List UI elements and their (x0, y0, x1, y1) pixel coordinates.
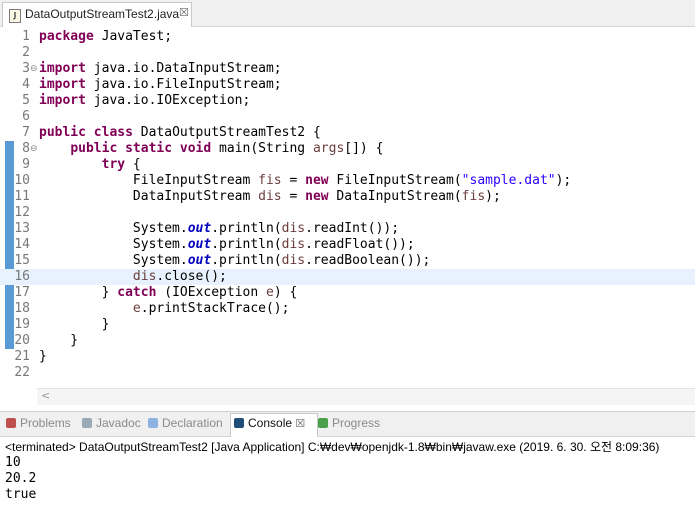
line-number: 11 (14, 189, 30, 204)
code-text: } (39, 349, 47, 364)
code-line[interactable]: 17 } catch (IOException e) { (0, 285, 695, 301)
code-text: public class DataOutputStreamTest2 { (39, 125, 321, 140)
console-output-line: 20.2 (5, 471, 37, 486)
line-number: 22 (14, 365, 30, 380)
line-number: 9 (22, 157, 30, 172)
line-number: 3 (22, 61, 30, 76)
code-line[interactable]: 20 } (0, 333, 695, 349)
line-number: 19 (14, 317, 30, 332)
tab-progress[interactable]: Progress (318, 416, 380, 430)
line-number: 2 (22, 45, 30, 60)
tab-console[interactable]: Console ☒ (234, 416, 305, 430)
code-text: } catch (IOException e) { (39, 285, 298, 300)
console-icon (234, 418, 244, 428)
console-status-line: <terminated> DataOutputStreamTest2 [Java… (5, 440, 660, 454)
line-number: 20 (14, 333, 30, 348)
editor-tab[interactable]: J DataOutputStreamTest2.java ☒ (2, 2, 192, 27)
code-line[interactable]: 11 DataInputStream dis = new DataInputSt… (0, 189, 695, 205)
code-line[interactable]: 18 e.printStackTrace(); (0, 301, 695, 317)
code-line[interactable]: 10 FileInputStream fis = new FileInputSt… (0, 173, 695, 189)
line-number: 1 (22, 29, 30, 44)
line-number: 5 (22, 93, 30, 108)
code-text: System.out.println(dis.readBoolean()); (39, 253, 431, 268)
code-line[interactable]: 8 ⊖ public static void main(String args[]… (0, 141, 695, 157)
tab-progress-label: Progress (332, 416, 381, 430)
code-text: System.out.println(dis.readInt()); (39, 221, 400, 236)
code-line[interactable]: 19 } (0, 317, 695, 333)
console-output-line: 10 (5, 455, 21, 470)
line-number: 18 (14, 301, 30, 316)
code-text: public static void main(String args[]) { (70, 141, 384, 156)
code-line[interactable]: 21} (0, 349, 695, 365)
horizontal-scrollbar[interactable]: < (37, 388, 695, 405)
line-number: 17 (14, 285, 30, 300)
line-number: 6 (22, 109, 30, 124)
code-line[interactable]: 6 (0, 109, 695, 125)
progress-icon (318, 418, 328, 428)
close-tab-icon[interactable]: ☒ (179, 6, 189, 19)
console-output[interactable]: 10 20.2 true (5, 455, 36, 503)
code-line[interactable]: 22 (0, 365, 695, 381)
line-number: 7 (22, 125, 30, 140)
code-line[interactable]: 14 System.out.println(dis.readFloat()); (0, 237, 695, 253)
code-line[interactable]: 13 System.out.println(dis.readInt()); (0, 221, 695, 237)
code-text: try { (101, 157, 141, 172)
code-text: import java.io.IOException; (39, 93, 251, 108)
line-number: 8 (22, 141, 30, 156)
code-text: e.printStackTrace(); (132, 301, 290, 316)
console-tabbar: Problems Javadoc Declaration Console ☒ P… (0, 411, 695, 437)
code-text: FileInputStream fis = new FileInputStrea… (39, 173, 572, 188)
code-line[interactable]: 9 try { (0, 157, 695, 173)
code-line[interactable]: 3 ⊖ import java.io.DataInputStream; (0, 61, 695, 77)
code-text: System.out.println(dis.readFloat()); (39, 237, 415, 252)
line-number: 12 (14, 205, 30, 220)
fold-toggle-icon[interactable]: ⊖ (30, 141, 38, 157)
editor-tabbar: J DataOutputStreamTest2.java ☒ (0, 0, 695, 27)
line-number: 15 (14, 253, 30, 268)
code-text: import java.io.DataInputStream; (39, 61, 282, 76)
tab-javadoc-label: Javadoc (96, 416, 141, 430)
code-line[interactable]: 4 import java.io.FileInputStream; (0, 77, 695, 93)
fold-toggle-icon[interactable]: ⊖ (30, 61, 38, 77)
tab-declaration-label: Declaration (162, 416, 223, 430)
javadoc-icon (82, 418, 92, 428)
code-text: DataInputStream dis = new DataInputStrea… (39, 189, 501, 204)
tab-problems-label: Problems (20, 416, 71, 430)
code-line[interactable]: 15 System.out.println(dis.readBoolean())… (0, 253, 695, 269)
declaration-icon (148, 418, 158, 428)
java-file-icon: J (9, 9, 21, 23)
code-line[interactable]: 7 public class DataOutputStreamTest2 { (0, 125, 695, 141)
code-text: import java.io.FileInputStream; (39, 77, 282, 92)
line-number: 13 (14, 221, 30, 236)
tab-declaration[interactable]: Declaration (148, 416, 223, 430)
code-text: } (39, 317, 110, 332)
code-editor[interactable]: 1 package JavaTest; 2 3 ⊖ import java.io.Data… (0, 27, 695, 390)
line-number: 4 (22, 77, 30, 92)
code-line[interactable]: 12 (0, 205, 695, 221)
code-text: dis.close(); (132, 269, 227, 284)
line-number: 10 (14, 173, 30, 188)
scroll-left-icon[interactable]: < (41, 389, 50, 402)
console-output-line: true (5, 487, 37, 502)
line-number: 16 (14, 269, 30, 284)
code-line[interactable]: 2 (0, 45, 695, 61)
tab-javadoc[interactable]: Javadoc (82, 416, 141, 430)
editor-tab-label: DataOutputStreamTest2.java (25, 7, 180, 21)
code-text: } (39, 333, 79, 348)
line-number: 14 (14, 237, 30, 252)
line-number: 21 (14, 349, 30, 364)
code-line[interactable]: 5 import java.io.IOException; (0, 93, 695, 109)
close-console-tab-icon[interactable]: ☒ (295, 418, 305, 430)
code-text: package JavaTest; (39, 29, 173, 44)
code-line[interactable]: 1 package JavaTest; (0, 29, 695, 45)
problems-icon (6, 418, 16, 428)
tab-console-label: Console (248, 416, 293, 430)
code-line[interactable]: 16 dis.close(); (0, 269, 695, 285)
tab-problems[interactable]: Problems (6, 416, 71, 430)
